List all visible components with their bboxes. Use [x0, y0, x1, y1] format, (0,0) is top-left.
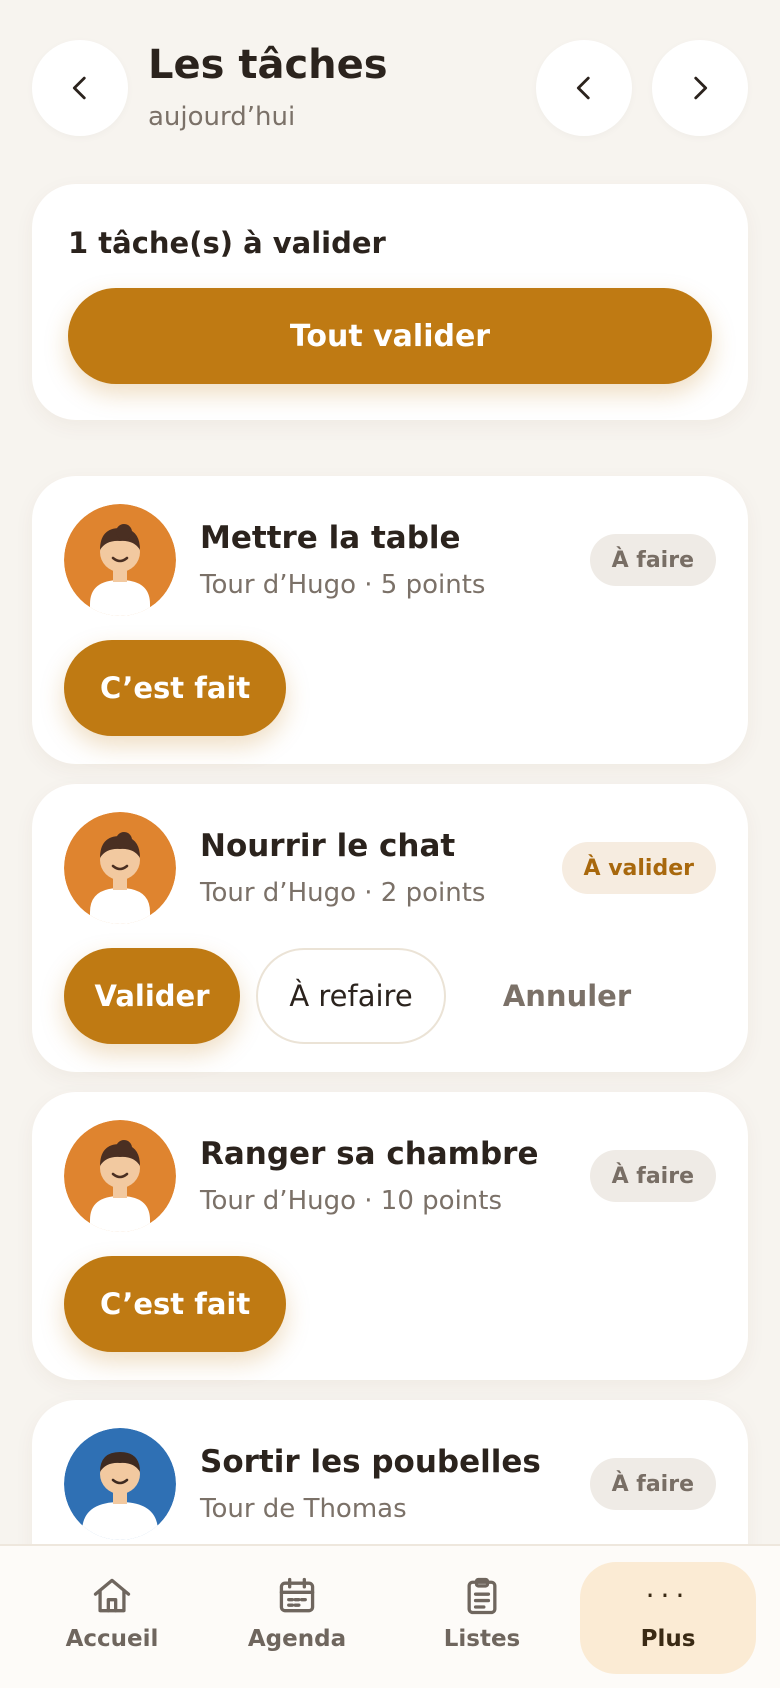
task-meta: Tour d’Hugo · 10 points	[200, 1186, 503, 1216]
page-subtitle: aujourd’hui	[148, 102, 296, 132]
child-avatar-icon	[64, 1120, 176, 1232]
cancel-button[interactable]: Annuler	[482, 948, 652, 1044]
title-block: Les tâches aujourd’hui	[148, 40, 388, 132]
avatar	[64, 812, 176, 924]
avatar	[64, 504, 176, 616]
task-card: Mettre la table Tour d’Hugo · 5 points À…	[32, 476, 748, 764]
status-badge: À faire	[589, 1150, 716, 1202]
clipboard-icon	[467, 1577, 497, 1615]
task-title: Mettre la table	[200, 520, 461, 556]
adult-avatar-icon	[64, 1428, 176, 1540]
nav-label: Agenda	[247, 1626, 347, 1652]
child-avatar-icon	[64, 504, 176, 616]
task-title: Ranger sa chambre	[200, 1136, 539, 1172]
bottom-nav: Accueil Agenda Listes ··· Plus	[0, 1544, 780, 1688]
validation-card: 1 tâche(s) à valider Tout valider	[32, 184, 748, 420]
avatar	[64, 1428, 176, 1540]
chevron-left-icon	[72, 76, 86, 100]
page-title: Les tâches	[148, 42, 388, 88]
nav-item-agenda[interactable]: Agenda	[209, 1562, 385, 1674]
mark-done-button[interactable]: C’est fait	[64, 640, 287, 736]
nav-label: Listes	[443, 1626, 521, 1652]
validate-button[interactable]: Valider	[64, 948, 240, 1044]
pending-validation-count: 1 tâche(s) à valider	[68, 226, 386, 260]
calendar-icon	[279, 1577, 315, 1613]
chevron-right-icon	[694, 76, 708, 100]
next-day-button[interactable]	[652, 40, 748, 136]
nav-item-home[interactable]: Accueil	[24, 1562, 200, 1674]
more-dots-icon: ···	[645, 1579, 691, 1612]
back-button[interactable]	[32, 40, 128, 136]
child-avatar-icon	[64, 812, 176, 924]
task-title: Sortir les poubelles	[200, 1444, 541, 1480]
task-meta: Tour d’Hugo · 5 points	[200, 570, 486, 600]
task-card: Ranger sa chambre Tour d’Hugo · 10 point…	[32, 1092, 748, 1380]
previous-day-button[interactable]	[536, 40, 632, 136]
redo-button[interactable]: À refaire	[256, 948, 446, 1044]
nav-label: Plus	[640, 1626, 696, 1652]
avatar	[64, 1120, 176, 1232]
chevron-left-icon	[576, 76, 590, 100]
status-badge: À valider	[561, 842, 716, 894]
status-badge: À faire	[589, 1458, 716, 1510]
tasks-screen: Les tâches aujourd’hui 1 tâche(s) à vali…	[0, 0, 780, 1688]
task-meta: Tour d’Hugo · 2 points	[200, 878, 486, 908]
home-icon	[93, 1578, 131, 1613]
header: Les tâches aujourd’hui	[32, 40, 748, 136]
mark-done-button[interactable]: C’est fait	[64, 1256, 287, 1352]
task-title: Nourrir le chat	[200, 828, 456, 864]
task-meta: Tour de Thomas	[200, 1494, 407, 1524]
validate-all-button[interactable]: Tout valider	[68, 288, 712, 384]
nav-label: Accueil	[65, 1626, 159, 1652]
task-card: Nourrir le chat Tour d’Hugo · 2 points À…	[32, 784, 748, 1072]
nav-item-more[interactable]: ··· Plus	[580, 1562, 756, 1674]
status-badge: À faire	[589, 534, 716, 586]
nav-item-lists[interactable]: Listes	[394, 1562, 570, 1674]
